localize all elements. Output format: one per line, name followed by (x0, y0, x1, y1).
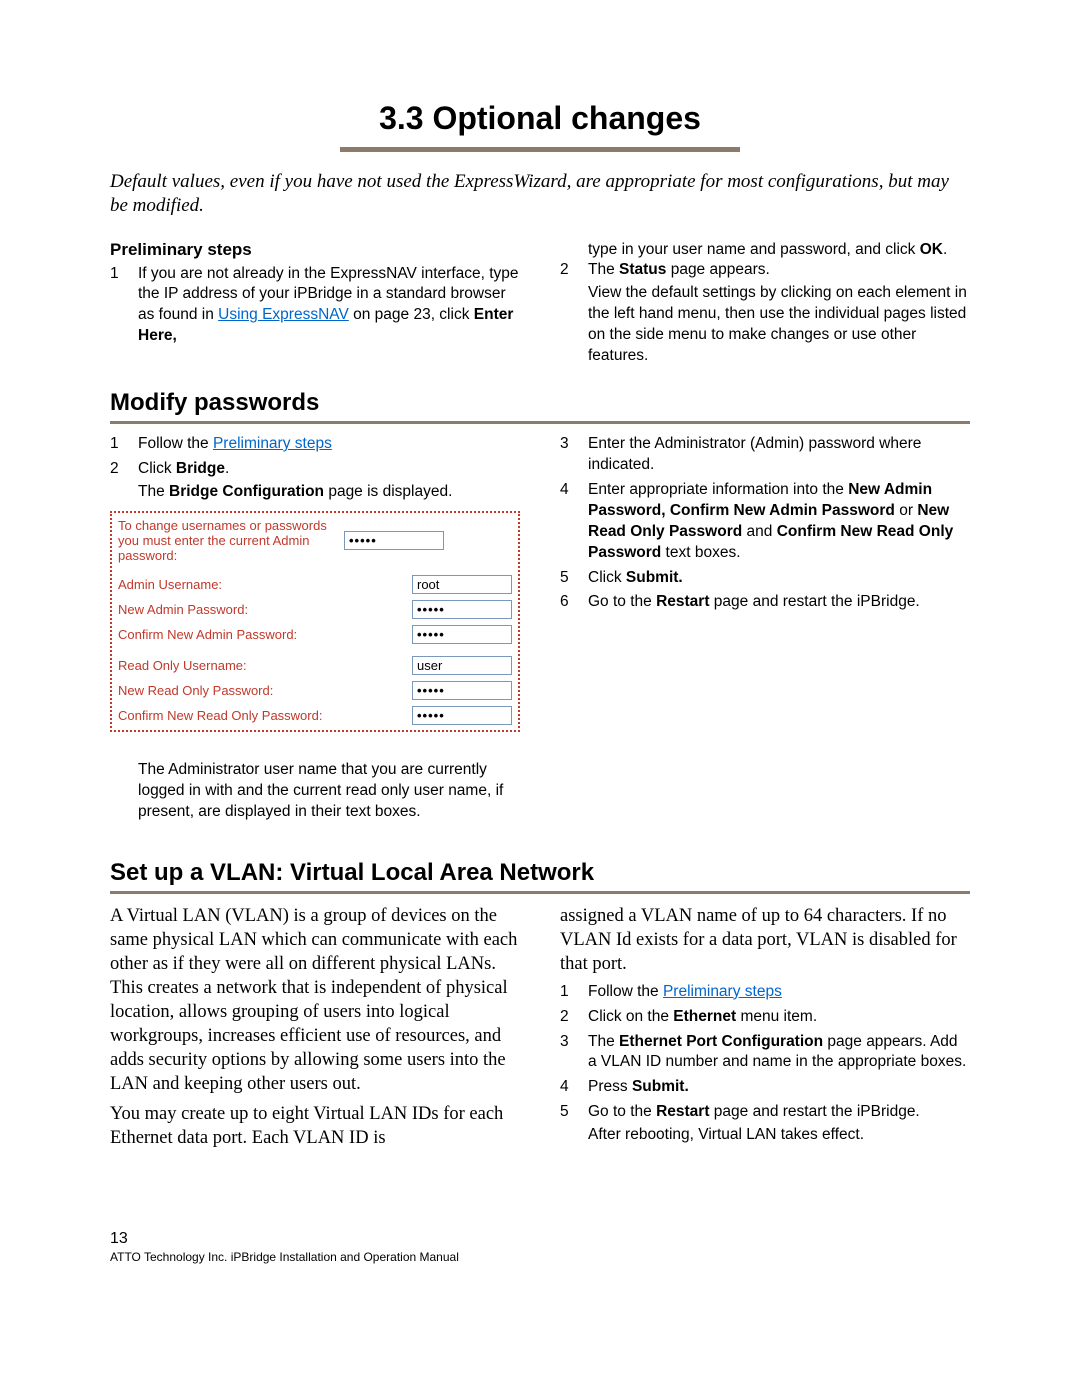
text: Go to the (588, 593, 656, 610)
footer: 13 ATTO Technology Inc. iPBridge Install… (110, 1230, 970, 1264)
text: Bridge Configuration (169, 483, 324, 500)
text: Go to the (588, 1103, 656, 1120)
vlan-step-2: Click on the Ethernet menu item. (560, 1007, 970, 1028)
modify-step-6: Go to the Restart page and restart the i… (560, 592, 970, 613)
new-admin-password-input[interactable]: ••••• (412, 600, 512, 619)
prelim-link-2[interactable]: Preliminary steps (663, 983, 782, 1000)
label-admin-username: Admin Username: (118, 577, 412, 592)
title-rule (340, 147, 740, 152)
vlan-step-4: Press Submit. (560, 1077, 970, 1098)
vlan-heading: Set up a VLAN: Virtual Local Area Networ… (110, 859, 970, 887)
footer-line: ATTO Technology Inc. iPBridge Installati… (110, 1250, 970, 1264)
text: and (742, 523, 776, 540)
text: Follow the (138, 435, 213, 452)
text: Press (588, 1078, 632, 1095)
text: The (138, 483, 169, 500)
text: Click on the (588, 1008, 673, 1025)
text: The (588, 261, 619, 278)
label-readonly-username: Read Only Username: (118, 658, 412, 673)
intro-text: Default values, even if you have not use… (110, 170, 970, 218)
current-admin-password-input[interactable]: ••••• (344, 531, 444, 550)
text: Click (138, 460, 176, 477)
text: text boxes. (661, 544, 740, 561)
form-instruction: To change usernames or passwords you mus… (118, 518, 344, 563)
password-form: To change usernames or passwords you mus… (110, 511, 520, 732)
vlan-step-3: The Ethernet Port Configuration page app… (560, 1032, 970, 1074)
label-new-admin-password: New Admin Password: (118, 602, 412, 617)
page-number: 13 (110, 1230, 970, 1248)
text: page and restart the iPBridge. (710, 593, 920, 610)
prelim-link[interactable]: Preliminary steps (213, 435, 332, 452)
modify-step-5: Click Submit. (560, 568, 970, 589)
modify-step-2: Click Bridge. The Bridge Configuration p… (110, 459, 520, 503)
text: on page 23, click (349, 306, 474, 323)
modify-heading: Modify passwords (110, 389, 970, 417)
prelim-step-2: The Status page appears. View the defaul… (560, 260, 970, 367)
text: The (588, 1033, 619, 1050)
text: Submit. (626, 569, 683, 586)
modify-step-4: Enter appropriate information into the N… (560, 480, 970, 564)
section-rule (110, 891, 970, 894)
text: Bridge (176, 460, 225, 477)
text: menu item. (736, 1008, 817, 1025)
text: Click (588, 569, 626, 586)
text: type in your user name and password, and… (588, 241, 920, 258)
text: Restart (656, 593, 709, 610)
vlan-step-5: Go to the Restart page and restart the i… (560, 1102, 970, 1146)
text: Enter appropriate information into the (588, 481, 848, 498)
text: After rebooting, Virtual LAN takes effec… (588, 1125, 970, 1146)
confirm-readonly-password-input[interactable]: ••••• (412, 706, 512, 725)
label-new-readonly-password: New Read Only Password: (118, 683, 412, 698)
modify-step-3: Enter the Administrator (Admin) password… (560, 434, 970, 476)
label-confirm-admin-password: Confirm New Admin Password: (118, 627, 412, 642)
text: Restart (656, 1103, 709, 1120)
text: or (895, 502, 917, 519)
label-confirm-readonly-password: Confirm New Read Only Password: (118, 708, 412, 723)
text: Status (619, 261, 666, 278)
text: View the default settings by clicking on… (588, 283, 970, 367)
prelim-step-1: If you are not already in the ExpressNAV… (110, 264, 520, 348)
vlan-left-p1: A Virtual LAN (VLAN) is a group of devic… (110, 904, 520, 1096)
page-title: 3.3 Optional changes (110, 100, 970, 147)
text: . (225, 460, 229, 477)
text: . (943, 241, 947, 258)
text: Ethernet Port Configuration (619, 1033, 823, 1050)
new-readonly-password-input[interactable]: ••••• (412, 681, 512, 700)
text: page is displayed. (324, 483, 452, 500)
vlan-right-p1: assigned a VLAN name of up to 64 charact… (560, 904, 970, 976)
section-rule (110, 421, 970, 424)
using-expressnav-link[interactable]: Using ExpressNAV (218, 306, 349, 323)
text: Follow the (588, 983, 663, 1000)
confirm-admin-password-input[interactable]: ••••• (412, 625, 512, 644)
text: Ethernet (673, 1008, 736, 1025)
text: page and restart the iPBridge. (710, 1103, 920, 1120)
readonly-username-input[interactable] (412, 656, 512, 675)
modify-step-1: Follow the Preliminary steps (110, 434, 520, 455)
admin-note: The Administrator user name that you are… (110, 760, 520, 823)
vlan-left-p2: You may create up to eight Virtual LAN I… (110, 1102, 520, 1150)
text: page appears. (666, 261, 769, 278)
text: OK (920, 241, 943, 258)
prelim-heading: Preliminary steps (110, 240, 520, 260)
vlan-step-1: Follow the Preliminary steps (560, 982, 970, 1003)
admin-username-input[interactable] (412, 575, 512, 594)
text: Submit. (632, 1078, 689, 1095)
